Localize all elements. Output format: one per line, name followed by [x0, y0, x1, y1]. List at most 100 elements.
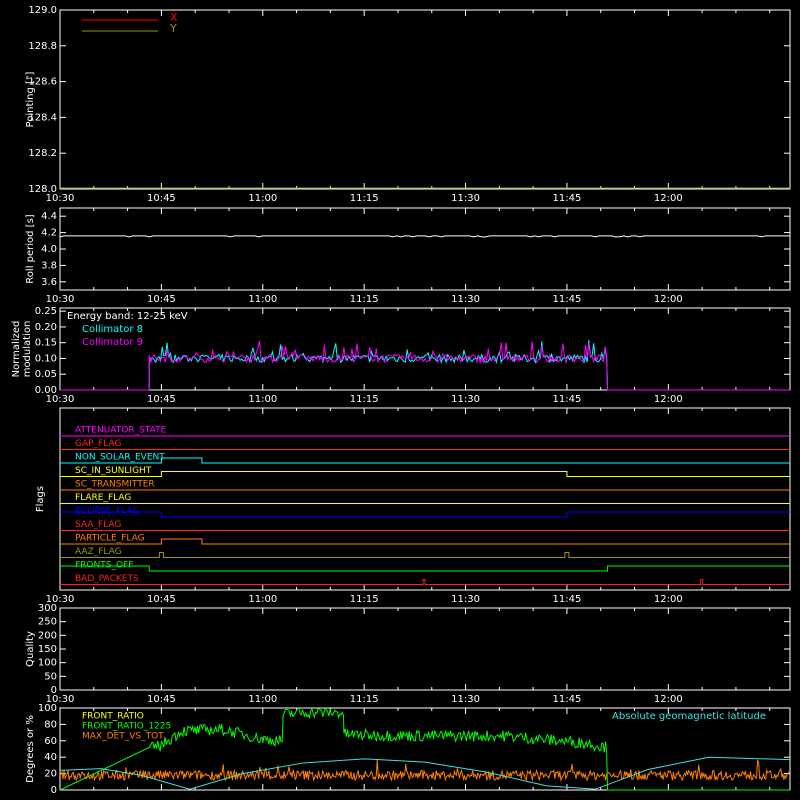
y-tick-label: 0.00	[35, 385, 57, 396]
x-tick-label: 11:45	[553, 294, 582, 305]
flag-line-eclipse-flag	[60, 511, 790, 518]
panel-pointing	[59, 9, 791, 190]
x-tick-label: 12:00	[654, 394, 683, 405]
legend-label: Y	[169, 22, 177, 35]
legend-label: Collimator 8	[82, 324, 143, 335]
y-tick-label: 129.0	[28, 5, 57, 16]
y-axis-label: Roll period [s]	[25, 214, 36, 283]
legend-label: MAX_DET_VS_TOT	[82, 732, 164, 742]
x-tick-label: 11:30	[451, 394, 480, 405]
y-axis-label: Degrees or %	[25, 715, 36, 783]
y-axis-label: modulation	[22, 321, 33, 378]
flag-label: SC_IN_SUNLIGHT	[75, 466, 152, 476]
y-tick-label: 128.0	[28, 184, 57, 195]
flag-line-particle-flag	[60, 538, 790, 545]
x-tick-label: 11:00	[248, 193, 277, 204]
y-tick-label: 4.4	[41, 211, 57, 222]
plot-frame	[59, 607, 791, 691]
x-tick-label: 11:30	[451, 694, 480, 705]
y-tick-label: 128.2	[28, 148, 57, 159]
x-tick-label: 11:45	[553, 193, 582, 204]
x-tick-label: 11:30	[451, 294, 480, 305]
x-tick-label: 10:45	[147, 594, 176, 605]
y-tick-label: 0.25	[35, 306, 57, 317]
y-tick-label: 0.05	[35, 369, 57, 380]
x-tick-label: 11:30	[451, 594, 480, 605]
flag-label: GAP_FLAG	[75, 439, 121, 449]
plot-frame	[59, 9, 791, 190]
series-line-collimator-9	[60, 340, 790, 391]
x-tick-label: 10:45	[147, 193, 176, 204]
panel-roll	[59, 207, 791, 291]
flag-line-sc-in-sunlight	[60, 471, 790, 477]
x-tick-label: 10:30	[46, 294, 75, 305]
flag-line-aaz-flag	[60, 552, 790, 558]
x-tick-label: 11:00	[248, 594, 277, 605]
y-tick-label: 250	[38, 617, 57, 628]
x-tick-label: 11:45	[553, 394, 582, 405]
flag-line-fronts-off	[60, 565, 790, 572]
y-tick-label: 150	[38, 644, 57, 655]
series-line-collimator-8	[60, 340, 790, 391]
chart-figure: 10:30 10:45 11:00 11:15 11:30 11:45 12:00 128.0…	[11, 5, 791, 796]
plot-frame	[59, 407, 791, 591]
y-tick-label: 0.20	[35, 322, 57, 333]
x-tick-label: 12:00	[654, 694, 683, 705]
y-axis-label: Pointing ["]	[25, 71, 36, 127]
x-tick-label: 11:45	[553, 594, 582, 605]
flag-label: FLARE_FLAG	[75, 493, 131, 503]
legend-label: FRONT_RATIO_1225	[82, 722, 171, 732]
series-line-roll-period	[59, 235, 790, 238]
legend-label: FRONT_RATIO	[82, 712, 144, 722]
energy-band-annotation: Energy band: 12-25 keV	[67, 311, 188, 322]
panel-flags	[59, 407, 791, 591]
y-tick-label: 200	[38, 630, 57, 641]
x-tick-label: 11:15	[350, 394, 379, 405]
y-tick-label: 20	[44, 769, 57, 780]
x-tick-label: 12:00	[654, 193, 683, 204]
x-tick-label: 10:45	[147, 694, 176, 705]
y-tick-label: 0	[51, 685, 57, 696]
plot-frame	[59, 207, 791, 291]
y-tick-label: 4.2	[41, 228, 57, 239]
y-axis-label: Normalized	[11, 321, 22, 378]
flag-label: SC_TRANSMITTER	[75, 480, 155, 490]
y-tick-label: 0.15	[35, 338, 57, 349]
x-tick-label: 11:45	[553, 694, 582, 705]
y-tick-label: 100	[38, 703, 57, 714]
y-tick-label: 128.8	[28, 41, 57, 52]
y-tick-label: 80	[44, 719, 57, 730]
flag-label: SAA_FLAG	[75, 520, 121, 530]
x-tick-label: 11:15	[350, 193, 379, 204]
y-tick-label: 100	[38, 658, 57, 669]
y-tick-label: 3.6	[41, 277, 57, 288]
y-axis-label: Quality	[25, 631, 36, 667]
legend-label-right: Absolute geomagnetic latitude	[612, 711, 766, 722]
y-tick-label: 3.8	[41, 260, 57, 271]
flag-label: FRONTS_OFF	[75, 561, 133, 571]
x-tick-label: 11:00	[248, 394, 277, 405]
y-tick-label: 60	[44, 736, 57, 747]
y-tick-label: 0	[51, 785, 57, 796]
x-tick-label: 10:45	[147, 394, 176, 405]
flag-label: PARTICLE_FLAG	[75, 534, 145, 544]
y-tick-label: 4.0	[41, 244, 57, 255]
x-tick-label: 11:15	[350, 594, 379, 605]
x-tick-label: 11:15	[350, 694, 379, 705]
y-axis-label: Flags	[35, 486, 46, 512]
y-tick-label: 300	[38, 603, 57, 614]
flag-label: ATTENUATOR_STATE	[75, 426, 167, 436]
flag-line-non-solar-event	[60, 457, 790, 464]
panel-quality	[59, 607, 791, 691]
y-tick-label: 40	[44, 752, 57, 763]
flag-label: ECLIPSE_FLAG	[75, 507, 139, 517]
x-tick-label: 10:45	[147, 294, 176, 305]
x-tick-label: 11:00	[248, 694, 277, 705]
x-tick-label: 11:15	[350, 294, 379, 305]
legend-label: Collimator 9	[82, 337, 143, 348]
flag-label: NON_SOLAR_EVENT	[75, 453, 165, 463]
y-tick-label: 50	[44, 671, 57, 682]
flag-label: AAZ_FLAG	[75, 547, 122, 557]
y-tick-label: 0.10	[35, 353, 57, 364]
flag-line-bad-packets	[60, 579, 790, 585]
